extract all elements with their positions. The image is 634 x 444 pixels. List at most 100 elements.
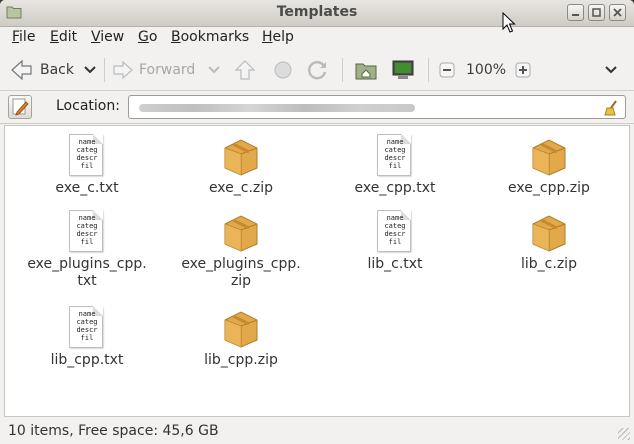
archive-box-icon bbox=[221, 134, 261, 176]
file-item[interactable]: name categ descr fil lib_cpp.txt bbox=[25, 306, 149, 369]
menu-file[interactable]: File bbox=[12, 29, 35, 45]
back-arrow-icon bbox=[11, 59, 32, 81]
back-history-dropdown[interactable] bbox=[84, 58, 96, 82]
file-item[interactable]: lib_c.zip bbox=[487, 210, 611, 273]
archive-box-icon bbox=[221, 306, 261, 348]
toolbar-separator bbox=[104, 58, 105, 82]
up-button[interactable] bbox=[234, 58, 256, 82]
menu-edit-mnemonic: E bbox=[50, 29, 59, 45]
location-input[interactable] bbox=[128, 95, 626, 119]
file-name-label: lib_cpp.zip bbox=[179, 352, 303, 369]
chevron-down-icon bbox=[84, 66, 96, 74]
file-name-line: txt bbox=[77, 273, 97, 289]
file-name-label: lib_cpp.txt bbox=[25, 352, 149, 369]
forward-arrow-icon bbox=[113, 60, 133, 80]
file-item[interactable]: name categ descr fil exe_c.txt bbox=[25, 134, 149, 197]
minimize-icon bbox=[572, 14, 579, 16]
file-name-label: exe_plugins_cpp. txt bbox=[25, 256, 149, 290]
forward-history-dropdown[interactable] bbox=[208, 58, 220, 82]
toolbar-separator bbox=[342, 58, 343, 82]
text-file-icon: name categ descr fil bbox=[67, 134, 107, 176]
location-bar: Location: bbox=[0, 91, 634, 124]
menu-file-rest: ile bbox=[19, 29, 36, 45]
archive-box-icon bbox=[529, 134, 569, 176]
file-name-line: lib_c.zip bbox=[521, 256, 577, 272]
file-item[interactable]: exe_cpp.zip bbox=[487, 134, 611, 197]
menu-edit[interactable]: Edit bbox=[50, 29, 77, 45]
icon-view[interactable]: name categ descr fil exe_c.txt exe_c.zip na… bbox=[4, 125, 630, 417]
minimize-button[interactable] bbox=[567, 4, 584, 21]
file-item[interactable]: name categ descr fil exe_plugins_cpp. txt bbox=[25, 210, 149, 290]
file-name-label: exe_c.zip bbox=[179, 180, 303, 197]
chevron-down-icon bbox=[208, 66, 220, 74]
maximize-button[interactable] bbox=[588, 4, 605, 21]
menu-bar: File Edit View Go Bookmarks Help bbox=[0, 27, 634, 49]
menu-view[interactable]: View bbox=[91, 29, 124, 45]
menu-help[interactable]: Help bbox=[262, 29, 294, 45]
menu-file-mnemonic: F bbox=[12, 29, 20, 45]
file-item[interactable]: exe_plugins_cpp. zip bbox=[179, 210, 303, 290]
forward-button[interactable]: Forward bbox=[112, 58, 195, 82]
menu-bookmarks[interactable]: Bookmarks bbox=[171, 29, 249, 45]
text-preview: name categ descr fil bbox=[76, 138, 98, 170]
file-name-label: exe_c.txt bbox=[25, 180, 149, 197]
close-icon bbox=[613, 8, 622, 17]
file-name-line: lib_c.txt bbox=[367, 256, 423, 272]
file-name-label: lib_c.txt bbox=[333, 256, 457, 273]
close-button[interactable] bbox=[609, 4, 626, 21]
resize-grip[interactable] bbox=[618, 428, 630, 440]
file-item[interactable]: lib_cpp.zip bbox=[179, 306, 303, 369]
home-button[interactable] bbox=[354, 58, 378, 82]
zoom-out-button[interactable] bbox=[438, 58, 456, 82]
stop-button[interactable] bbox=[272, 58, 294, 82]
text-file-icon: name categ descr fil bbox=[67, 210, 107, 252]
forward-label: Forward bbox=[139, 62, 196, 78]
maximize-icon bbox=[592, 8, 601, 17]
file-name-label: exe_cpp.txt bbox=[333, 180, 457, 197]
file-name-line: exe_cpp.txt bbox=[354, 180, 436, 196]
zoom-out-icon bbox=[439, 62, 455, 78]
text-preview: name categ descr fil bbox=[76, 214, 98, 246]
stop-icon bbox=[274, 61, 292, 79]
status-bar: 10 items, Free space: 45,6 GB bbox=[0, 418, 634, 444]
zoom-in-button[interactable] bbox=[514, 58, 532, 82]
location-path-redacted bbox=[139, 104, 415, 112]
text-file-icon: name categ descr fil bbox=[67, 306, 107, 348]
reload-icon bbox=[308, 61, 327, 80]
archive-box-icon bbox=[221, 210, 261, 252]
file-item[interactable]: name categ descr fil exe_cpp.txt bbox=[333, 134, 457, 197]
menu-bookmarks-rest: ookmarks bbox=[180, 29, 250, 45]
zoom-in-icon bbox=[515, 62, 531, 78]
reload-button[interactable] bbox=[306, 58, 330, 82]
file-name-line: exe_c.txt bbox=[55, 180, 119, 196]
menu-help-mnemonic: H bbox=[262, 29, 273, 45]
toolbar: Back Forward 100% bbox=[0, 50, 634, 91]
pencil-icon bbox=[12, 98, 29, 116]
title-bar[interactable]: Templates bbox=[0, 0, 634, 27]
computer-button[interactable] bbox=[390, 58, 416, 82]
chevron-down-icon bbox=[605, 66, 617, 74]
menu-view-mnemonic: V bbox=[91, 29, 101, 45]
menu-help-rest: elp bbox=[272, 29, 294, 45]
toolbar-overflow-button[interactable] bbox=[604, 58, 618, 82]
file-item[interactable]: name categ descr fil lib_c.txt bbox=[333, 210, 457, 273]
clear-broom-icon[interactable] bbox=[603, 99, 621, 117]
file-item[interactable]: exe_c.zip bbox=[179, 134, 303, 197]
file-name-line: zip bbox=[230, 273, 252, 289]
menu-go-mnemonic: G bbox=[138, 29, 149, 45]
location-label: Location: bbox=[56, 98, 120, 114]
toggle-location-edit-button[interactable] bbox=[8, 95, 32, 119]
file-name-label: lib_c.zip bbox=[487, 256, 611, 273]
file-name-line: exe_cpp.zip bbox=[508, 180, 590, 196]
toolbar-separator bbox=[428, 58, 429, 82]
zoom-level[interactable]: 100% bbox=[466, 58, 506, 82]
status-text: 10 items, Free space: 45,6 GB bbox=[8, 423, 219, 439]
file-name-line: lib_cpp.txt bbox=[50, 352, 124, 368]
window-title: Templates bbox=[276, 4, 358, 20]
menu-go[interactable]: Go bbox=[138, 29, 157, 45]
text-preview: name categ descr fil bbox=[76, 310, 98, 342]
back-button[interactable]: Back bbox=[10, 58, 74, 82]
text-preview: name categ descr fil bbox=[384, 214, 406, 246]
file-name-line: exe_c.zip bbox=[208, 180, 274, 196]
menu-bookmarks-mnemonic: B bbox=[171, 29, 181, 45]
